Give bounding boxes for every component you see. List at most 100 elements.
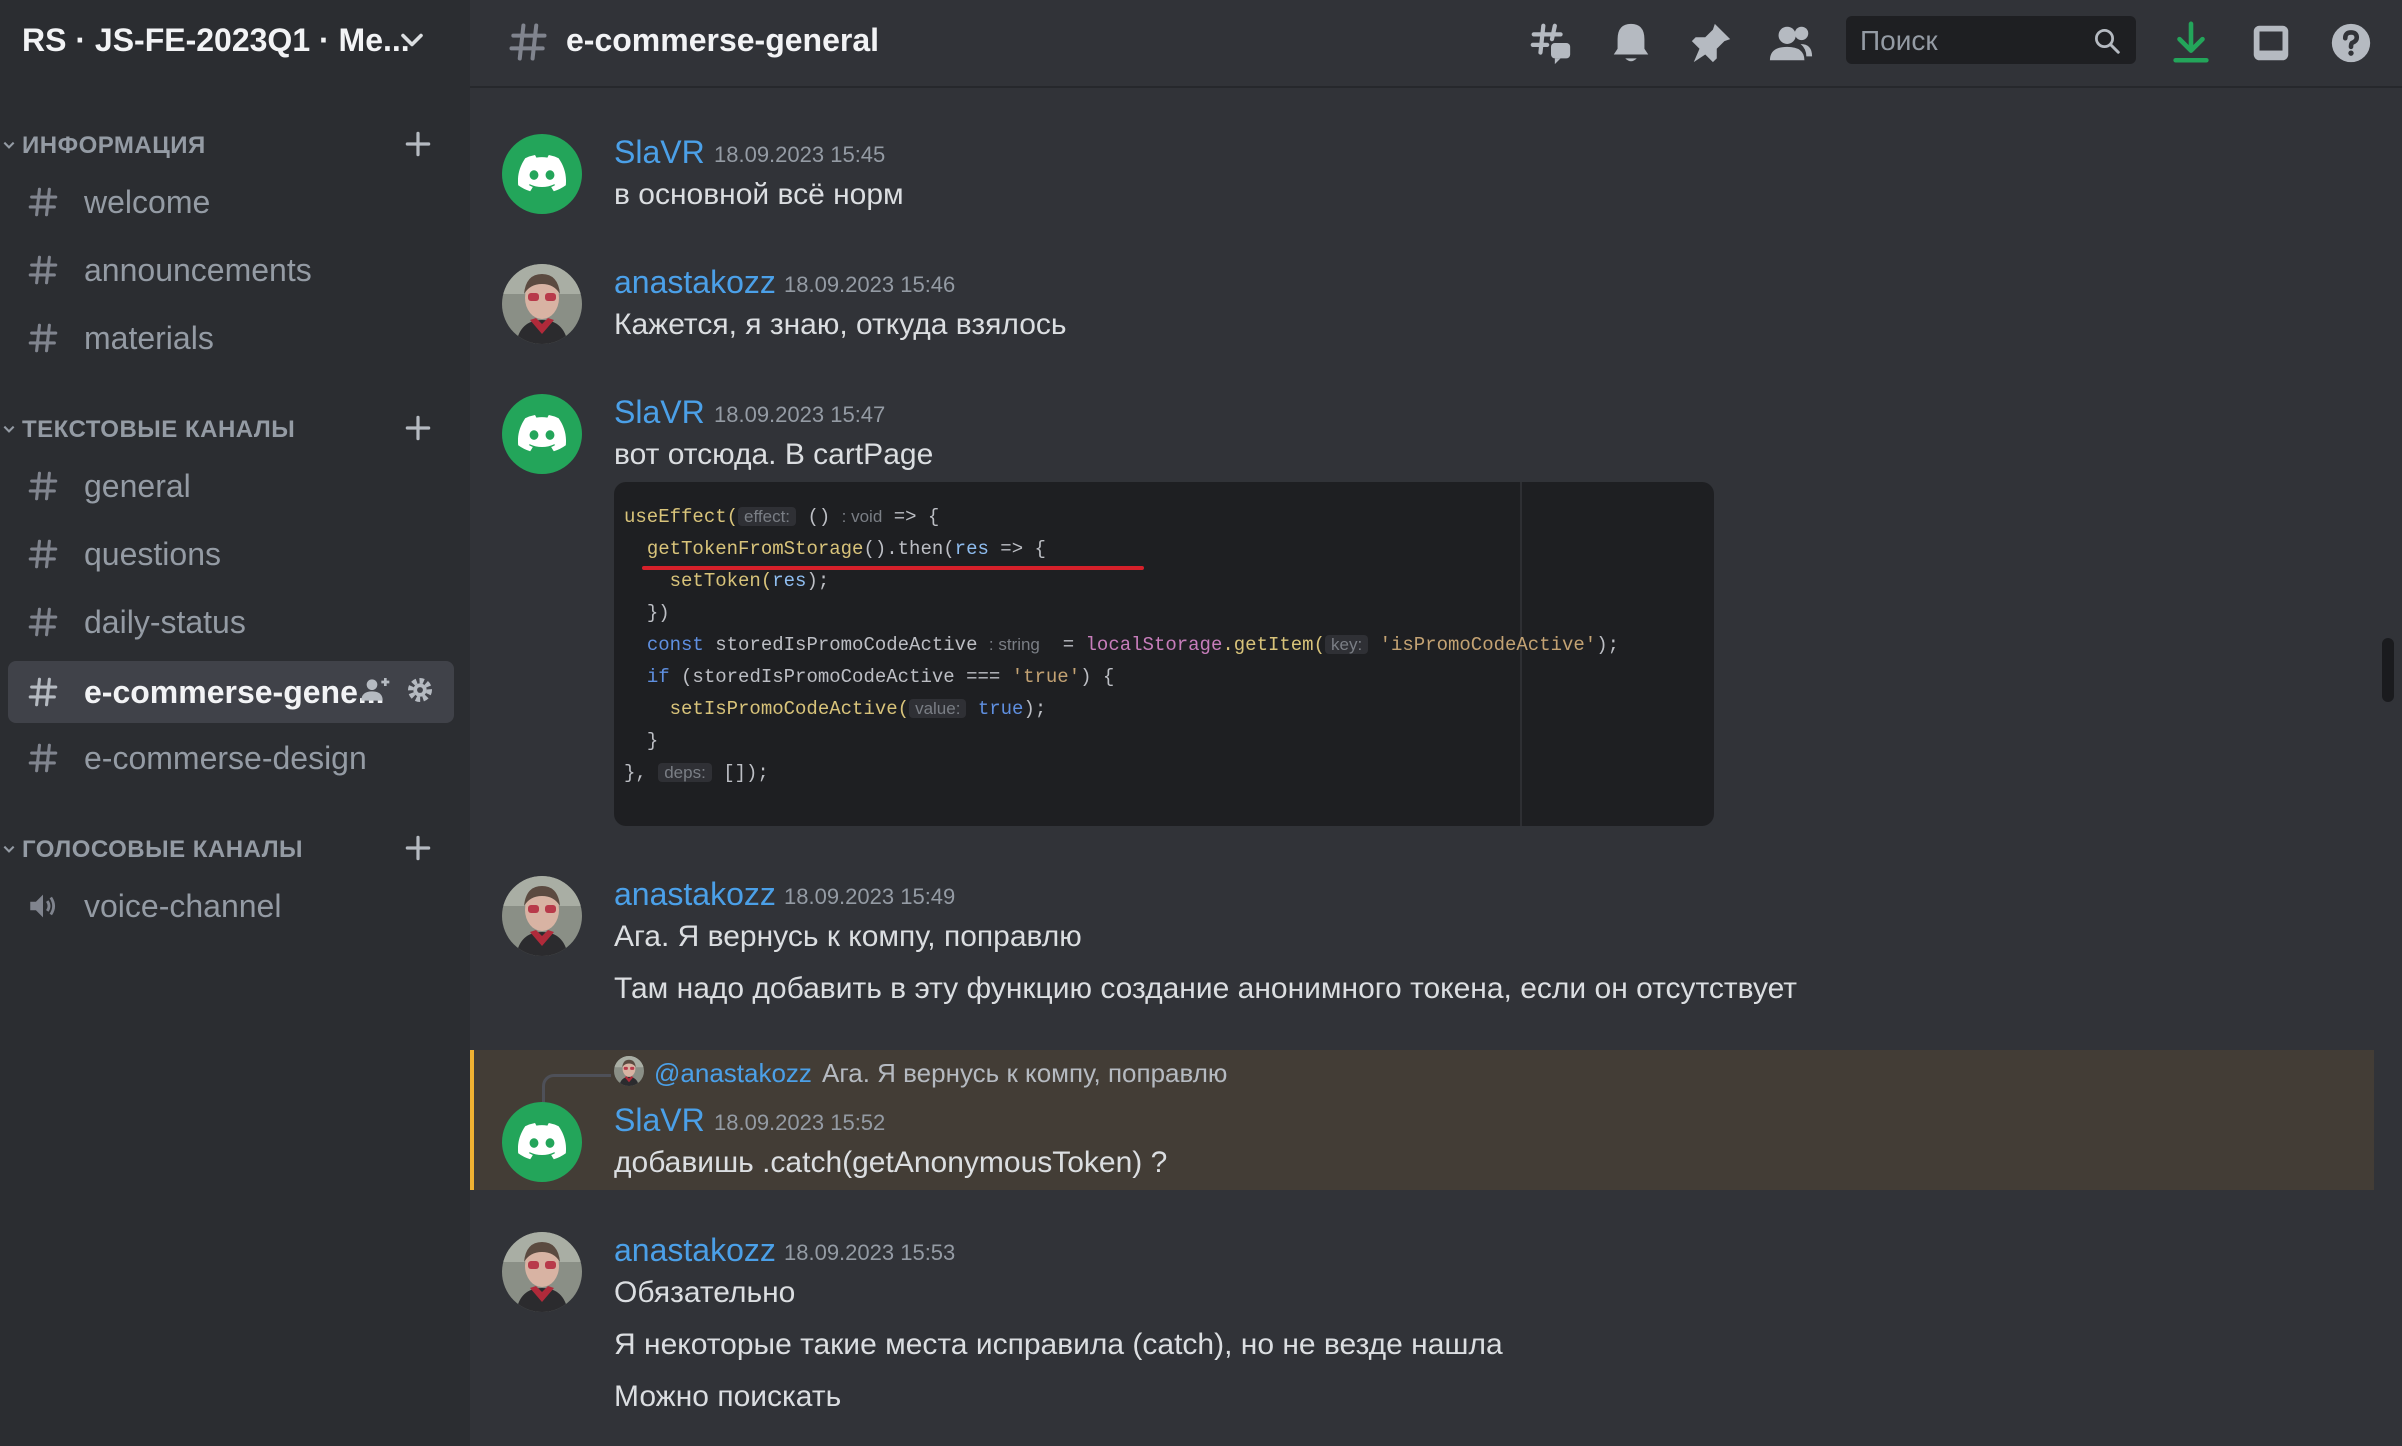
channel-label: e-commerse-design	[84, 739, 367, 776]
avatar[interactable]	[502, 1102, 582, 1182]
sidebar-item-welcome[interactable]: welcome	[8, 173, 454, 231]
message-text: Ага. Я вернусь к компу, поправлю	[614, 920, 1082, 953]
code-screenshot-attachment[interactable]: useEffect(effect: () : void => { getToke…	[614, 482, 1714, 826]
page-title: e-commerse-general	[566, 22, 880, 58]
download-icon[interactable]	[2168, 20, 2214, 66]
chevron-down-icon	[3, 425, 15, 433]
bell-icon[interactable]	[1608, 20, 1654, 66]
discord-logo-icon	[518, 1122, 566, 1162]
code-line: getTokenFromStorage().then(res => {	[646, 538, 1046, 560]
server-header[interactable]: RS · JS-FE-2023Q1 · Me...	[0, 0, 470, 80]
code-line: })	[646, 602, 670, 624]
hash-icon	[26, 605, 60, 639]
chevron-down-icon	[3, 845, 15, 853]
threads-icon[interactable]	[1528, 20, 1574, 66]
reply-avatar[interactable]	[614, 1056, 644, 1086]
sidebar-item-questions[interactable]: questions	[8, 525, 454, 583]
message-timestamp: 18.09.2023 15:49	[784, 884, 956, 909]
search-box[interactable]	[1846, 16, 2136, 64]
sidebar-item-e-commerse-design[interactable]: e-commerse-design	[8, 729, 454, 787]
channel-label: materials	[84, 319, 214, 356]
code-line: if (storedIsPromoCodeActive === 'true') …	[646, 666, 1115, 688]
message-text: добавишь .catch(getAnonymousToken) ?	[614, 1146, 1168, 1179]
hash-icon	[26, 675, 60, 709]
message-author[interactable]: anastakozz	[614, 876, 776, 913]
avatar[interactable]	[502, 134, 582, 214]
code-line: setToken(res);	[669, 570, 830, 592]
channel-label: questions	[84, 535, 221, 572]
message-text: Обязательно	[614, 1276, 796, 1309]
message-author[interactable]: anastakozz	[614, 1232, 776, 1269]
sidebar-item-announcements[interactable]: announcements	[8, 241, 454, 299]
avatar[interactable]	[502, 876, 582, 956]
user-avatar-image	[502, 876, 582, 956]
message-author[interactable]: SlaVR	[614, 1102, 705, 1139]
chevron-down-icon[interactable]	[394, 22, 430, 58]
pin-icon[interactable]	[1688, 20, 1734, 66]
message-timestamp: 18.09.2023 15:47	[714, 402, 886, 427]
channel-label: daily-status	[84, 603, 246, 640]
category-label: ГОЛОСОВЫЕ КАНАЛЫ	[22, 836, 304, 863]
message-text: в основной всё норм	[614, 178, 904, 211]
message-text: Можно поискать	[614, 1380, 842, 1413]
sidebar-item-voice-channel[interactable]: voice-channel	[8, 877, 454, 935]
add-member-icon[interactable]	[360, 674, 392, 706]
message-timestamp: 18.09.2023 15:45	[714, 142, 886, 167]
message-text: Я некоторые такие места исправила (catch…	[614, 1328, 1503, 1361]
hash-icon	[26, 741, 60, 775]
server-name: RS · JS-FE-2023Q1 · Me...	[22, 21, 410, 58]
category-info[interactable]: ИНФОРМАЦИЯ	[0, 124, 470, 164]
hash-icon	[26, 185, 60, 219]
hash-icon	[26, 321, 60, 355]
message-author[interactable]: anastakozz	[614, 264, 776, 301]
plus-icon[interactable]	[402, 128, 434, 160]
reply-preview-text[interactable]: Ага. Я вернусь к компу, поправлю	[822, 1058, 1227, 1089]
code-line: }	[646, 730, 659, 752]
reply-connector	[542, 1074, 611, 1107]
avatar[interactable]	[502, 1232, 582, 1312]
channel-label: announcements	[84, 251, 312, 288]
gear-icon[interactable]	[404, 674, 436, 706]
reply-mention[interactable]: @anastakozz	[654, 1058, 812, 1089]
avatar[interactable]	[502, 394, 582, 474]
help-icon[interactable]	[2328, 20, 2374, 66]
chevron-down-icon	[3, 141, 15, 149]
category-voice-channels[interactable]: ГОЛОСОВЫЕ КАНАЛЫ	[0, 828, 470, 868]
message-author[interactable]: SlaVR	[614, 394, 705, 431]
hash-icon	[26, 253, 60, 287]
message-list: SlaVR 18.09.2023 15:45 в основной всё но…	[470, 88, 2402, 1446]
members-icon[interactable]	[1768, 20, 1814, 66]
speaker-icon	[30, 894, 56, 918]
sidebar-item-general[interactable]: general	[8, 457, 454, 515]
channel-label: voice-channel	[84, 887, 282, 924]
avatar[interactable]	[502, 264, 582, 344]
sidebar-item-e-commerse-general[interactable]: e-commerse-gene...	[8, 661, 454, 723]
code-line: const storedIsPromoCodeActive : string =…	[646, 634, 1620, 656]
message-text: вот отсюда. В cartPage	[614, 438, 934, 471]
category-label: ТЕКСТОВЫЕ КАНАЛЫ	[22, 416, 296, 443]
message-text: Кажется, я знаю, откуда взялось	[614, 308, 1067, 341]
discord-logo-icon	[518, 154, 566, 194]
user-avatar-image	[614, 1056, 644, 1086]
search-icon[interactable]	[2092, 26, 2122, 56]
category-text-channels[interactable]: ТЕКСТОВЫЕ КАНАЛЫ	[0, 408, 470, 448]
sidebar-item-daily-status[interactable]: daily-status	[8, 593, 454, 651]
code-line: }, deps: []);	[624, 762, 769, 784]
hash-icon	[506, 20, 550, 64]
hash-icon	[26, 469, 60, 503]
sidebar-item-materials[interactable]: materials	[8, 309, 454, 367]
channel-header: e-commerse-general	[470, 0, 2402, 88]
channel-label: e-commerse-gene...	[84, 673, 385, 710]
plus-icon[interactable]	[402, 832, 434, 864]
channel-sidebar: RS · JS-FE-2023Q1 · Me... ИНФОРМАЦИЯ wel…	[0, 0, 470, 1446]
plus-icon[interactable]	[402, 412, 434, 444]
scrollbar-thumb[interactable]	[2382, 638, 2394, 702]
code-line: useEffect(effect: () : void => {	[624, 506, 940, 528]
message-timestamp: 18.09.2023 15:53	[784, 1240, 956, 1265]
code-line: setIsPromoCodeActive(value: true);	[669, 698, 1047, 720]
message-author[interactable]: SlaVR	[614, 134, 705, 171]
channel-label: general	[84, 467, 191, 504]
hash-icon	[26, 537, 60, 571]
search-input[interactable]	[1858, 24, 2082, 58]
inbox-icon[interactable]	[2248, 20, 2294, 66]
